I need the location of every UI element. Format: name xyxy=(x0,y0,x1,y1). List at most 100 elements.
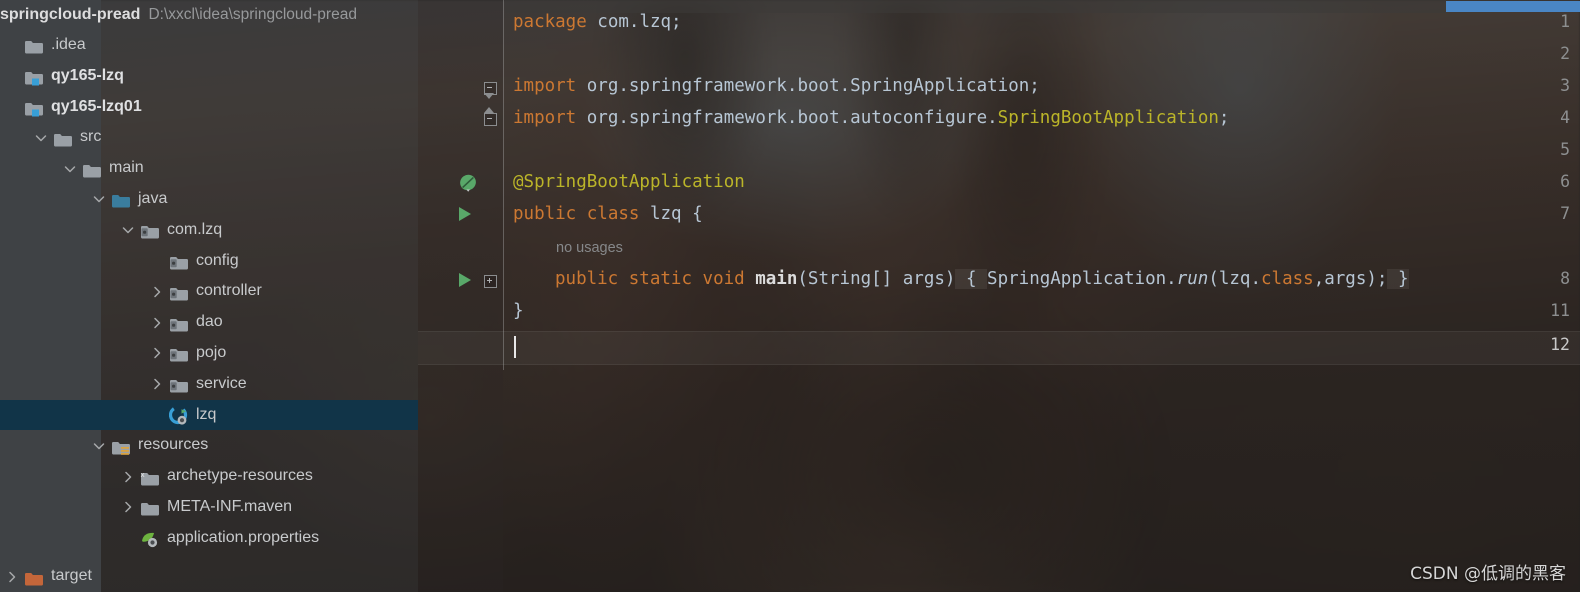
token-import-keyword-4: import xyxy=(513,108,577,128)
chevron-down-icon[interactable] xyxy=(63,162,77,176)
chevron-right-icon[interactable] xyxy=(5,570,19,584)
project-root-row[interactable]: springcloud-pread D:\xxcl\idea\springclou… xyxy=(0,0,418,30)
chevron-right-icon[interactable] xyxy=(121,470,135,484)
spring-class-icon xyxy=(168,405,191,425)
token-lzqdot-8: (lzq. xyxy=(1208,269,1261,289)
code-line-7[interactable]: public class lzq { xyxy=(513,204,703,224)
package-icon xyxy=(140,221,162,239)
token-static-8: static xyxy=(628,269,692,289)
tree-item-controller[interactable]: controller xyxy=(0,276,418,307)
package-icon xyxy=(169,344,191,362)
token-class-literal-8: class xyxy=(1261,269,1314,289)
project-name: springcloud-pread xyxy=(0,6,141,23)
project-tree[interactable]: springcloud-pread D:\xxcl\idea\springclou… xyxy=(0,0,418,592)
code-line-11[interactable]: } xyxy=(513,301,524,321)
folder-icon xyxy=(24,36,46,54)
tree-item-lzq[interactable]: lzq xyxy=(0,399,418,431)
run-method-icon[interactable] xyxy=(459,273,471,287)
token-main-8: main xyxy=(755,269,798,289)
code-line-6[interactable]: @SpringBootApplication xyxy=(513,172,745,192)
chevron-right-icon[interactable] xyxy=(150,377,164,391)
tree-item-resources[interactable]: resources xyxy=(0,430,418,461)
chevron-right-icon[interactable] xyxy=(150,316,164,330)
token-package-keyword: package xyxy=(513,12,587,32)
token-import-keyword-3: import xyxy=(513,76,577,96)
code-line-1[interactable]: package com.lzq; xyxy=(513,12,682,32)
fold-region-end-line3 xyxy=(484,93,494,99)
folder-icon xyxy=(82,160,104,178)
tree-item-com-lzq[interactable]: com.lzq xyxy=(0,215,418,246)
code-editor[interactable]: 1 2 3 4 5 6 7 8 11 12 package com.lzq; import org… xyxy=(418,0,1580,592)
token-args-8: (String[] args) xyxy=(797,269,956,289)
chevron-down-icon[interactable] xyxy=(121,223,135,237)
tree-item-label: lzq xyxy=(196,405,217,423)
tree-item-dao[interactable]: dao xyxy=(0,307,418,338)
tree-item-label: qy165-lzq xyxy=(51,66,124,84)
token-import-class-4: SpringBootApplication xyxy=(997,108,1219,128)
spring-bean-leaf-icon[interactable] xyxy=(459,174,477,192)
token-import-semicolon-4: ; xyxy=(1218,108,1230,128)
run-class-icon[interactable] xyxy=(459,207,471,221)
token-argstail-8: ,args); xyxy=(1313,269,1388,289)
code-line-4[interactable]: import org.springframework.boot.autoconf… xyxy=(513,108,1229,128)
idea-window: springcloud-pread D:\xxcl\idea\springclou… xyxy=(0,0,1580,592)
tree-item-label: controller xyxy=(196,282,262,300)
fold-marker-line4[interactable] xyxy=(484,113,497,126)
tree-item-src[interactable]: src xyxy=(0,122,418,153)
token-springapplication-8: SpringApplication. xyxy=(987,269,1177,289)
chevron-right-icon[interactable] xyxy=(121,500,135,514)
inlay-hint-no-usages: no usages xyxy=(556,240,623,256)
code-text[interactable]: package com.lzq; import org.springframew… xyxy=(503,0,1580,592)
chevron-right-icon[interactable] xyxy=(150,346,164,360)
code-line-8[interactable]: public static void main(String[] args) {… xyxy=(555,269,1409,289)
project-tool-window[interactable]: springcloud-pread D:\xxcl\idea\springclou… xyxy=(0,0,418,592)
token-annotation: @SpringBootApplication xyxy=(513,172,745,192)
tree-item-label: config xyxy=(196,251,239,269)
tree-item-service[interactable]: service xyxy=(0,369,418,400)
tree-item-label: archetype-resources xyxy=(167,467,313,485)
tree-item-label: service xyxy=(196,374,247,392)
tree-item-label: META-INF.maven xyxy=(167,497,293,515)
package-icon xyxy=(169,314,191,332)
tree-item-label: main xyxy=(109,159,144,177)
tree-item-qy165-lzq[interactable]: qy165-lzq xyxy=(0,61,418,92)
tree-item-label: com.lzq xyxy=(167,220,223,238)
tree-item-label: .idea xyxy=(51,36,86,53)
token-class-7: class xyxy=(586,204,640,224)
tree-item-main[interactable]: main xyxy=(0,153,418,184)
token-classname-7: lzq xyxy=(639,204,693,224)
tree-item-label: java xyxy=(138,189,168,207)
package-icon xyxy=(169,375,191,393)
text-caret xyxy=(514,336,516,358)
folder-icon xyxy=(53,129,75,147)
tree-item-archetype-resources[interactable]: x archetype-resources xyxy=(0,461,418,492)
module-folder-icon xyxy=(24,67,46,86)
package-icon xyxy=(169,252,191,270)
code-line-3[interactable]: import org.springframework.boot.SpringAp… xyxy=(513,76,1040,96)
module-folder-icon xyxy=(24,98,46,117)
chevron-right-icon[interactable] xyxy=(150,285,164,299)
fold-marker-line8[interactable] xyxy=(484,275,497,288)
tree-item-config[interactable]: config xyxy=(0,246,418,277)
token-body-open-8: { xyxy=(955,269,988,289)
tree-item-label: pojo xyxy=(196,343,227,361)
chevron-down-icon[interactable] xyxy=(92,439,106,453)
tree-item-label: dao xyxy=(196,313,223,331)
tree-item-label: application.properties xyxy=(167,528,320,546)
token-body-close-8: } xyxy=(1387,269,1409,289)
token-close-brace-11: } xyxy=(513,301,524,321)
chevron-down-icon[interactable] xyxy=(92,192,106,206)
token-public-8: public xyxy=(555,269,619,289)
tree-item-qy165-lzq01[interactable]: qy165-lzq01 xyxy=(0,92,418,123)
tree-item-meta-inf-maven[interactable]: META-INF.maven xyxy=(0,492,418,523)
chevron-down-icon[interactable] xyxy=(34,131,48,145)
token-import-path-3: org.springframework.boot.SpringApplicati… xyxy=(576,76,1040,96)
token-open-brace-7: { xyxy=(692,204,703,224)
tree-item-java[interactable]: java xyxy=(0,184,418,215)
tree-item-application-properties[interactable]: application.properties xyxy=(0,523,418,554)
tree-item-pojo[interactable]: pojo xyxy=(0,338,418,369)
tree-item--idea[interactable]: .idea xyxy=(0,30,418,61)
tree-item-target[interactable]: target xyxy=(0,561,418,592)
project-tree-body[interactable]: .idea qy165-lzq qy165-lzq01 src main java com.… xyxy=(0,30,418,586)
package-icon xyxy=(169,283,191,301)
